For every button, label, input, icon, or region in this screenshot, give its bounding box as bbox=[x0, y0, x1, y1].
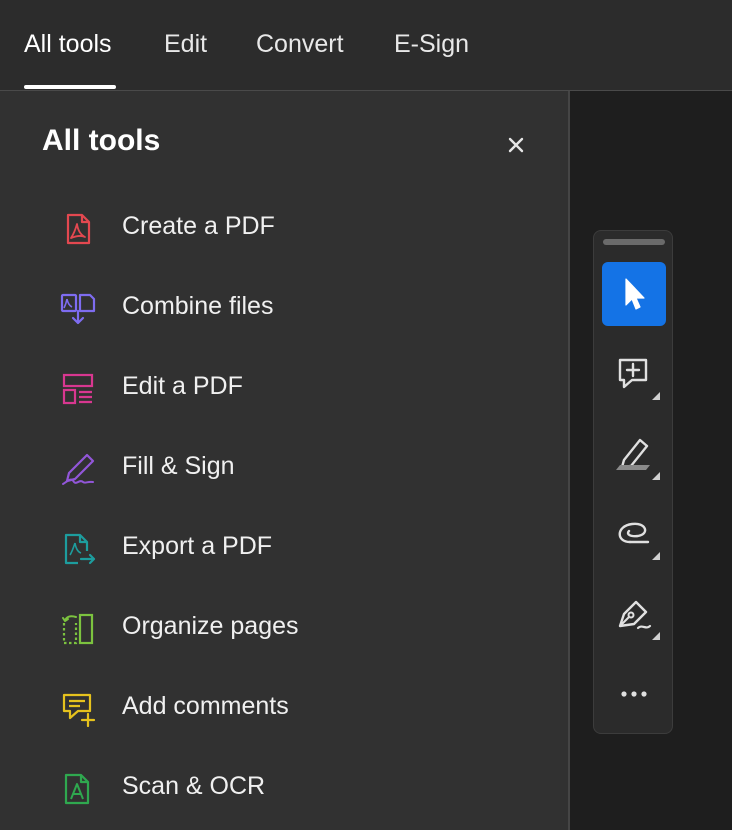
organize-pages-icon bbox=[62, 613, 94, 645]
more-tools-button[interactable] bbox=[602, 662, 666, 726]
scan-ocr-icon bbox=[64, 773, 90, 805]
close-panel-button[interactable] bbox=[502, 131, 530, 159]
add-comments-icon bbox=[62, 693, 96, 727]
panel-title: All tools bbox=[42, 124, 161, 157]
tab-convert[interactable]: Convert bbox=[256, 30, 344, 59]
tool-label: Combine files bbox=[122, 292, 274, 320]
close-icon bbox=[508, 137, 524, 153]
flyout-indicator bbox=[652, 472, 660, 480]
tool-edit-pdf[interactable]: Edit a PDF bbox=[40, 356, 540, 420]
sign-tool-button[interactable] bbox=[602, 582, 666, 646]
tool-label: Edit a PDF bbox=[122, 372, 243, 400]
select-cursor-icon bbox=[625, 278, 645, 310]
create-pdf-icon bbox=[66, 213, 91, 245]
quick-action-toolbar bbox=[593, 230, 673, 734]
tool-label: Fill & Sign bbox=[122, 452, 235, 480]
flyout-indicator bbox=[652, 552, 660, 560]
tool-export-pdf[interactable]: Export a PDF bbox=[40, 516, 540, 580]
flyout-indicator bbox=[652, 632, 660, 640]
tool-add-comments[interactable]: Add comments bbox=[40, 676, 540, 740]
active-tab-indicator bbox=[24, 85, 116, 89]
combine-files-icon bbox=[60, 293, 96, 325]
tool-organize-pages[interactable]: Organize pages bbox=[40, 596, 540, 660]
tool-label: Create a PDF bbox=[122, 212, 275, 240]
export-pdf-icon bbox=[64, 533, 96, 565]
top-tab-bar: All tools Edit Convert E-Sign bbox=[0, 0, 732, 91]
tool-label: Scan & OCR bbox=[122, 772, 266, 800]
all-tools-panel: All tools Create a PDF Combine files Edi… bbox=[0, 91, 568, 830]
select-tool-button[interactable] bbox=[602, 262, 666, 326]
draw-tool-button[interactable] bbox=[602, 502, 666, 566]
fill-sign-icon bbox=[62, 453, 95, 485]
toolbar-drag-handle[interactable] bbox=[603, 239, 665, 245]
flyout-indicator bbox=[652, 392, 660, 400]
tab-all-tools[interactable]: All tools bbox=[24, 30, 112, 59]
edit-pdf-icon bbox=[62, 373, 94, 405]
tab-edit[interactable]: Edit bbox=[164, 30, 207, 59]
tool-label: Organize pages bbox=[122, 612, 299, 640]
tool-label: Export a PDF bbox=[122, 532, 273, 560]
tool-combine-files[interactable]: Combine files bbox=[40, 276, 540, 340]
highlight-tool-button[interactable] bbox=[602, 422, 666, 486]
tool-create-pdf[interactable]: Create a PDF bbox=[40, 196, 540, 260]
tab-e-sign[interactable]: E-Sign bbox=[394, 30, 469, 59]
tool-fill-sign[interactable]: Fill & Sign bbox=[40, 436, 540, 500]
more-options-icon bbox=[621, 691, 647, 697]
tool-scan-ocr[interactable]: Scan & OCR bbox=[40, 756, 540, 820]
tool-label: Add comments bbox=[122, 692, 289, 720]
add-comment-tool-button[interactable] bbox=[602, 342, 666, 406]
